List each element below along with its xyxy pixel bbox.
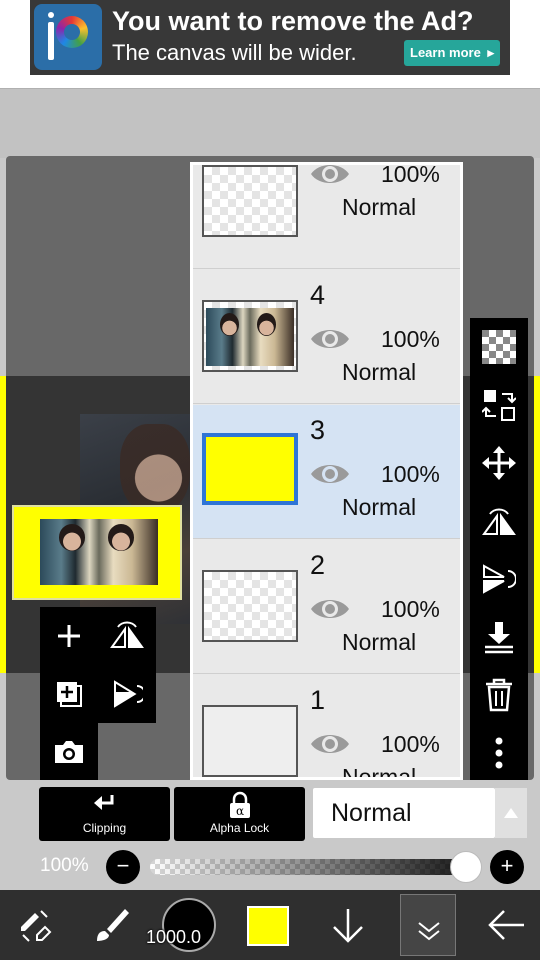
ibispaint-logo-icon [34,4,102,70]
back-button[interactable] [478,890,534,960]
flip-horizontal-button[interactable] [98,607,156,665]
eye-icon[interactable] [309,596,351,622]
layer-tools-sidebar [470,318,528,780]
transparency-button[interactable] [470,318,528,376]
add-layer-button[interactable] [40,607,98,665]
clipping-button[interactable]: Clipping [39,787,170,841]
flip-vertical-icon [483,564,516,594]
layers-panel: 5 100% Normal 4 100% Normal 3 100% Norma… [190,162,463,780]
clipping-icon [93,795,113,810]
arrow-down-icon [333,909,363,943]
canvas-top-area [0,88,540,158]
eye-icon[interactable] [309,731,351,757]
brush-size-value: 1000.0 [146,927,202,947]
checkerboard-icon [482,330,516,364]
layer-opacity: 100% [381,165,440,187]
layer-row-4[interactable]: 4 100% Normal [193,270,460,404]
layer-number: 4 [310,280,326,310]
color-swatch[interactable] [247,906,289,946]
move-button[interactable] [470,434,528,492]
merge-down-button[interactable] [470,608,528,666]
opacity-slider-knob[interactable] [450,851,482,883]
layer-thumbnail-selected [202,433,298,505]
opacity-increase-button[interactable]: + [490,850,524,884]
duplicate-layer-button[interactable] [40,665,98,723]
learn-more-button[interactable]: Learn more [404,40,500,66]
blend-mode-dropdown-button[interactable] [495,788,527,838]
layer-thumbnail [202,705,298,777]
eye-icon[interactable] [309,326,351,352]
brush-icon [97,909,129,941]
eye-icon[interactable] [309,461,351,487]
layer-preview[interactable] [12,505,182,600]
layer-number: 3 [310,415,326,445]
flip-vertical-button[interactable] [98,665,156,723]
flip-horizontal-side-button[interactable] [470,492,528,550]
layer-blend-mode: Normal [342,494,417,520]
layer-row-3[interactable]: 3 100% Normal [193,405,460,539]
more-vertical-icon [495,737,503,769]
layer-thumbnail [202,165,298,237]
layer-photo [206,308,294,366]
camera-icon [55,740,83,763]
ad-title: You want to remove the Ad? [112,6,474,36]
double-chevron-down-icon [418,922,440,941]
ad-subtitle: The canvas will be wider. [112,40,357,65]
plus-icon [58,625,80,647]
bottom-toolbar: 1000.0 [0,890,540,960]
opacity-slider-track[interactable] [150,859,470,875]
layer-row-1[interactable]: 1 100% Normal [193,675,460,777]
clipping-label: Clipping [82,821,127,835]
ad-container[interactable]: You want to remove the Ad? The canvas wi… [30,0,510,75]
layer-number: 1 [310,685,326,715]
delete-layer-button[interactable] [470,666,528,724]
layer-number: 2 [310,550,326,580]
layer-row-2[interactable]: 2 100% Normal [193,540,460,674]
layer-blend-mode: Normal [342,194,417,220]
opacity-decrease-button[interactable]: − [106,850,140,884]
download-button[interactable] [322,890,374,960]
tool-switch-button[interactable] [10,890,60,960]
layers-toggle-button[interactable] [400,894,456,956]
pen-eraser-swap-icon [21,910,52,942]
alpha-lock-icon: α [229,791,250,818]
layer-blend-mode: Normal [342,764,417,777]
swap-layer-button[interactable] [470,376,528,434]
brush-tool-button[interactable] [86,890,136,960]
camera-import-button[interactable] [40,723,98,780]
ad-banner[interactable]: You want to remove the Ad? The canvas wi… [0,0,540,88]
layers-list: 5 100% Normal 4 100% Normal 3 100% Norma… [193,165,460,777]
duplicate-layer-icon [57,682,82,707]
alpha-lock-label: Alpha Lock [209,821,270,835]
alpha-lock-button[interactable]: α Alpha Lock [174,787,305,841]
flip-vertical-icon [114,680,143,708]
arrow-left-icon [488,910,524,940]
layer-thumbnail [202,300,298,372]
layer-opacity: 100% [381,461,440,487]
flip-vertical-side-button[interactable] [470,550,528,608]
layer-opacity: 100% [381,731,440,757]
svg-text:α: α [235,804,243,818]
opacity-value: 100% [40,855,89,876]
layer-mini-tools [40,607,156,780]
trash-icon [486,678,512,712]
flip-horizontal-icon [110,621,144,648]
opacity-slider-row: 100% − + [0,846,540,888]
move-icon [482,446,516,480]
layer-thumbnail [202,570,298,642]
layer-opacity: 100% [381,596,440,622]
triangle-up-icon [504,808,518,818]
layer-opacity: 100% [381,326,440,352]
layer-blend-mode: Normal [342,629,417,655]
eye-icon[interactable] [309,165,351,187]
layer-row-5[interactable]: 5 100% Normal [193,165,460,269]
flip-horizontal-icon [482,508,516,535]
more-options-button[interactable] [470,724,528,782]
merge-down-icon [485,622,513,654]
layer-blend-mode: Normal [342,359,417,385]
blend-mode-select[interactable]: Normal [313,788,495,838]
swap-icon [482,390,516,421]
preview-photo [40,519,158,585]
